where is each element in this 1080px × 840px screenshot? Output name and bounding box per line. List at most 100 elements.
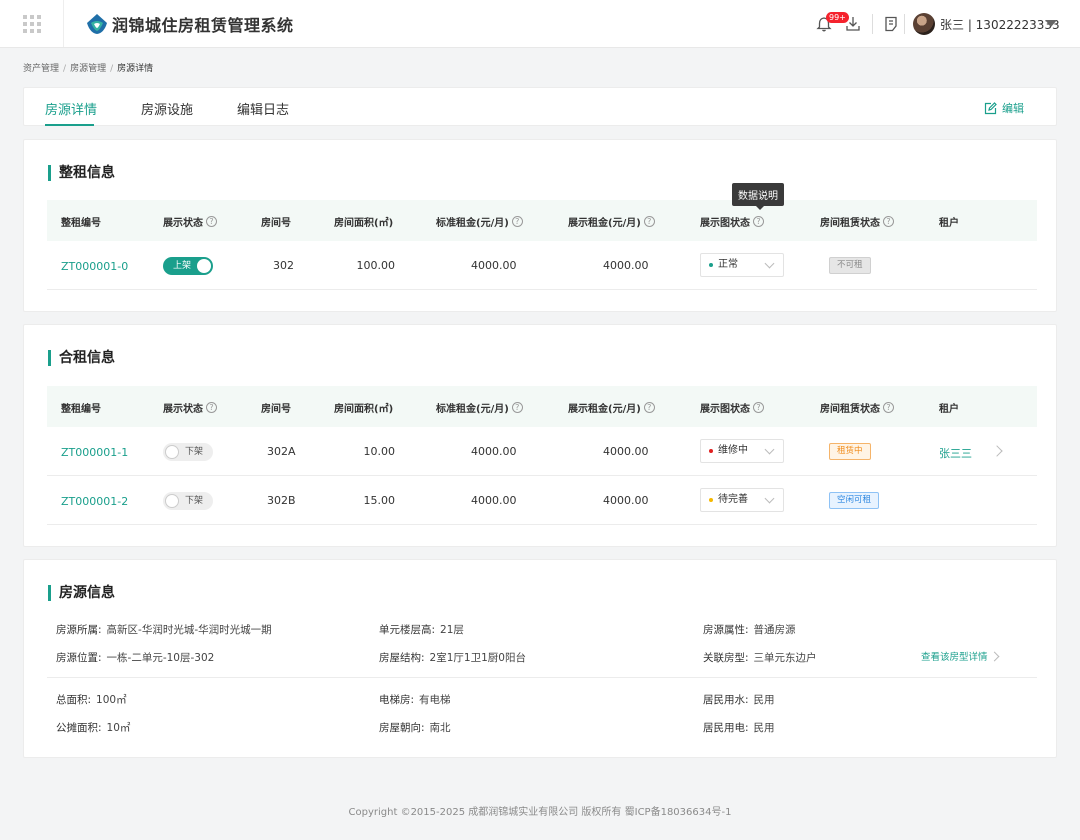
chevron-down-icon — [764, 258, 775, 269]
edit-icon — [984, 101, 997, 114]
lease-status-badge: 空闲可租 — [829, 492, 880, 509]
whole-rent-card: 整租信息 整租编号 展示状态? 房间号 房间面积(㎡) 标准租金(元/月)? 展… — [23, 139, 1057, 312]
question-icon[interactable]: ? — [883, 402, 894, 413]
tab-house-detail[interactable]: 房源详情 — [45, 99, 97, 118]
question-icon[interactable]: ? — [753, 216, 764, 227]
house-info-card: 房源信息 房源所属: 高新区-华润时光城-华润时光城一期 单元楼层高: 21层 房源… — [23, 559, 1057, 758]
top-bar: 润锦城住房租赁管理系统 99+ 张三 | 13022223333 — [0, 0, 1080, 48]
chevron-down-icon[interactable] — [1045, 20, 1057, 27]
question-icon[interactable]: ? — [753, 402, 764, 413]
info-room-type: 关联房型: 三单元东边户 — [703, 652, 817, 664]
question-icon[interactable]: ? — [206, 402, 217, 413]
column-header: 租户 — [939, 404, 959, 415]
column-header: 展示租金(元/月)? — [568, 400, 655, 415]
document-icon[interactable] — [882, 15, 900, 33]
view-room-type-link[interactable]: 查看该房型详情 — [921, 649, 988, 663]
breadcrumb-item[interactable]: 资产管理 — [23, 64, 59, 74]
breadcrumb-item[interactable]: 房源管理 — [70, 64, 106, 74]
column-header: 标准租金(元/月)? — [436, 214, 523, 229]
question-icon[interactable]: ? — [206, 216, 217, 227]
room-area: 10.00 — [363, 445, 396, 458]
shared-rent-card: 合租信息 整租编号 展示状态? 房间号 房间面积(㎡) 标准租金(元/月)? 展… — [23, 324, 1057, 547]
tabs-card: 房源详情 房源设施 编辑日志 编辑 — [23, 87, 1057, 126]
divider — [872, 14, 873, 34]
app-title: 润锦城住房租赁管理系统 — [112, 16, 294, 35]
column-header: 展示状态? — [163, 214, 217, 229]
column-header: 房间租赁状态? — [820, 214, 894, 229]
standard-rent: 4000.00 — [471, 259, 517, 272]
column-header: 标准租金(元/月)? — [436, 400, 523, 415]
column-header: 房间租赁状态? — [820, 400, 894, 415]
column-header: 房间面积(㎡) — [334, 404, 394, 415]
display-toggle[interactable]: 下架 — [163, 492, 213, 510]
section-title: 合租信息 — [48, 350, 115, 366]
standard-rent: 4000.00 — [471, 494, 517, 507]
info-orientation: 房屋朝向: 南北 — [379, 722, 451, 734]
chevron-right-icon[interactable] — [991, 445, 1003, 457]
avatar[interactable] — [913, 13, 935, 35]
breadcrumb-current: 房源详情 — [117, 64, 154, 74]
question-icon[interactable]: ? — [883, 216, 894, 227]
info-water: 居民用水: 民用 — [703, 694, 775, 706]
table-row[interactable]: ZT000001-1 下架 302A 10.00 4000.00 4000.00… — [47, 427, 1037, 476]
lease-status-badge: 不可租 — [829, 257, 871, 274]
table-row: ZT000001-0 上架 302 100.00 4000.00 4000.00… — [47, 241, 1037, 290]
display-rent: 4000.00 — [603, 494, 649, 507]
chevron-right-icon[interactable] — [989, 651, 1000, 662]
room-area: 100.00 — [356, 259, 396, 272]
breadcrumb: 资产管理 / 房源管理 / 房源详情 — [23, 64, 154, 74]
tab-edit-log[interactable]: 编辑日志 — [237, 99, 289, 118]
column-header: 房间号 — [261, 218, 291, 229]
table-header: 整租编号 展示状态? 房间号 房间面积(㎡) 标准租金(元/月)? 展示租金(元… — [47, 200, 1037, 241]
chevron-down-icon — [764, 444, 775, 455]
unit-id-link[interactable]: ZT000001-1 — [61, 446, 128, 459]
image-status-select[interactable]: 待完善 — [700, 488, 784, 512]
image-status-select[interactable]: 正常 — [700, 253, 784, 277]
room-number: 302 — [273, 259, 294, 272]
room-number: 302A — [267, 445, 296, 458]
info-shared-area: 公摊面积: 10㎡ — [56, 722, 131, 734]
column-header: 租户 — [939, 218, 959, 229]
info-elevator: 电梯房: 有电梯 — [379, 694, 451, 706]
divider — [904, 14, 905, 34]
room-area: 15.00 — [363, 494, 396, 507]
display-toggle[interactable]: 下架 — [163, 443, 213, 461]
standard-rent: 4000.00 — [471, 445, 517, 458]
logo-icon — [87, 14, 107, 34]
question-icon[interactable]: ? — [511, 216, 523, 227]
image-status-select[interactable]: 维修中 — [700, 439, 784, 463]
info-power: 居民用电: 民用 — [703, 722, 775, 734]
info-attribute: 房源属性: 普通房源 — [703, 624, 796, 636]
column-header: 展示图状态? — [700, 214, 764, 229]
tab-facilities[interactable]: 房源设施 — [141, 99, 193, 118]
edit-button[interactable]: 编辑 — [984, 100, 1024, 116]
column-header: 展示图状态? — [700, 400, 764, 415]
info-floor-height: 单元楼层高: 21层 — [379, 624, 464, 636]
active-tab-indicator — [45, 124, 94, 126]
column-header: 整租编号 — [61, 218, 101, 229]
tenant-link[interactable]: 张三三 — [939, 445, 972, 461]
question-icon[interactable]: ? — [643, 402, 655, 413]
unit-id-link[interactable]: ZT000001-0 — [61, 260, 128, 273]
info-location: 房源位置: 一栋-二单元-10层-302 — [56, 652, 215, 664]
column-header: 展示状态? — [163, 400, 217, 415]
column-header: 整租编号 — [61, 404, 101, 415]
edit-label: 编辑 — [1002, 102, 1024, 115]
download-icon[interactable] — [844, 15, 862, 33]
unit-id-link[interactable]: ZT000001-2 — [61, 495, 128, 508]
lease-status-badge: 租赁中 — [829, 443, 871, 460]
tooltip: 数据说明 — [732, 183, 784, 210]
question-icon[interactable]: ? — [511, 402, 523, 413]
question-icon[interactable]: ? — [643, 216, 655, 227]
app-logo: 润锦城住房租赁管理系统 — [86, 12, 294, 36]
column-header: 展示租金(元/月)? — [568, 214, 655, 229]
column-header: 房间号 — [261, 404, 291, 415]
user-name[interactable]: 张三 | 13022223333 — [940, 16, 1060, 33]
display-rent: 4000.00 — [603, 445, 649, 458]
column-header: 房间面积(㎡) — [334, 218, 394, 229]
table-header: 整租编号 展示状态? 房间号 房间面积(㎡) 标准租金(元/月)? 展示租金(元… — [47, 386, 1037, 427]
info-total-area: 总面积: 100㎡ — [56, 694, 127, 706]
info-belong: 房源所属: 高新区-华润时光城-华润时光城一期 — [56, 624, 272, 636]
app-grid-icon[interactable] — [0, 0, 64, 47]
display-toggle[interactable]: 上架 — [163, 257, 213, 275]
